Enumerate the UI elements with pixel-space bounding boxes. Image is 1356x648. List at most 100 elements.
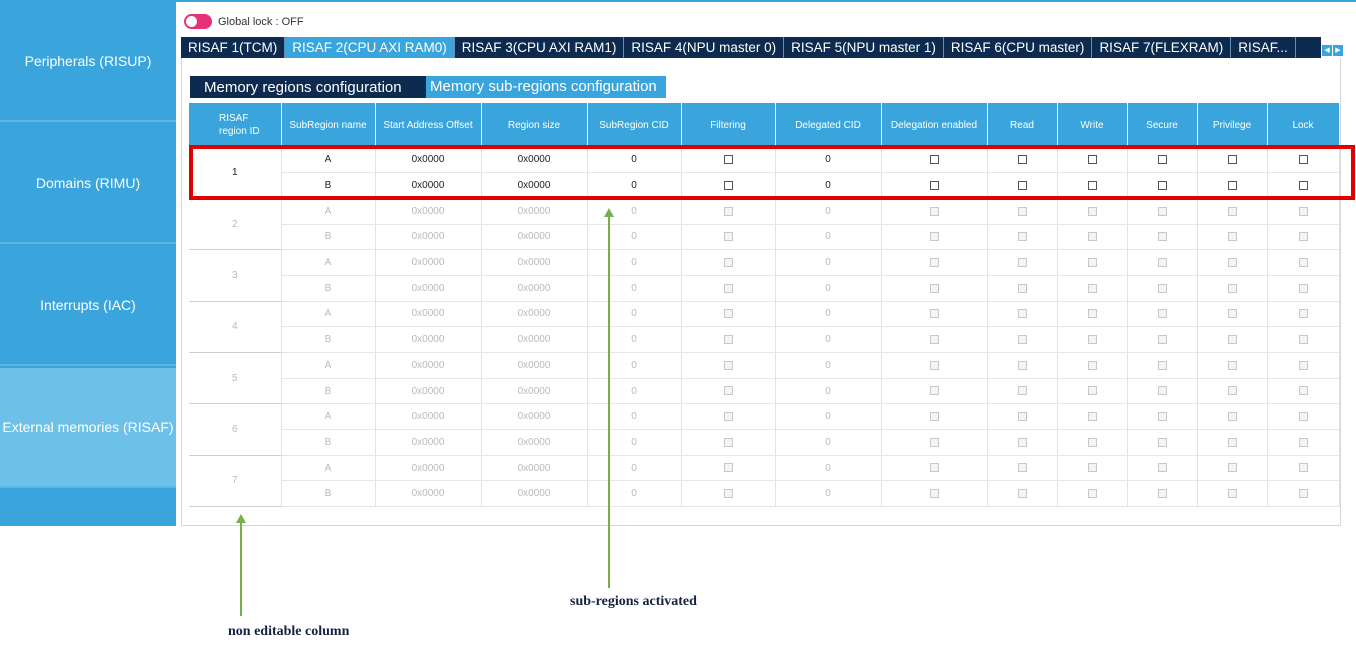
secure-checkbox[interactable] bbox=[1157, 463, 1167, 473]
write-checkbox[interactable] bbox=[1087, 489, 1097, 499]
write-checkbox[interactable] bbox=[1087, 283, 1097, 293]
sidebar-item-interrupts[interactable]: Interrupts (IAC) bbox=[0, 246, 176, 366]
secure-checkbox[interactable] bbox=[1157, 257, 1167, 267]
secure-checkbox[interactable] bbox=[1157, 386, 1167, 396]
filtering-checkbox[interactable] bbox=[723, 463, 733, 473]
filtering-checkbox[interactable] bbox=[723, 335, 733, 345]
subregion-cid-cell[interactable]: 0 bbox=[587, 172, 682, 199]
privilege-checkbox[interactable] bbox=[1227, 360, 1237, 370]
read-checkbox[interactable] bbox=[1017, 154, 1027, 164]
delegation-enabled-checkbox[interactable] bbox=[929, 257, 939, 267]
tab-risaf-7[interactable]: RISAF 7(FLEXRAM) bbox=[1092, 37, 1232, 58]
lock-checkbox[interactable] bbox=[1298, 232, 1308, 242]
region-size-cell[interactable]: 0x0000 bbox=[481, 147, 588, 174]
privilege-checkbox[interactable] bbox=[1227, 232, 1237, 242]
privilege-checkbox[interactable] bbox=[1227, 257, 1237, 267]
start-address-cell[interactable]: 0x0000 bbox=[375, 147, 482, 174]
region-size-cell[interactable]: 0x0000 bbox=[481, 172, 588, 199]
privilege-checkbox[interactable] bbox=[1227, 309, 1237, 319]
privilege-checkbox[interactable] bbox=[1227, 489, 1237, 499]
delegation-enabled-checkbox[interactable] bbox=[929, 360, 939, 370]
delegation-enabled-checkbox[interactable] bbox=[929, 412, 939, 422]
write-checkbox[interactable] bbox=[1087, 309, 1097, 319]
privilege-checkbox[interactable] bbox=[1227, 180, 1237, 190]
read-checkbox[interactable] bbox=[1017, 257, 1027, 267]
read-checkbox[interactable] bbox=[1017, 386, 1027, 396]
delegation-enabled-checkbox[interactable] bbox=[929, 463, 939, 473]
read-checkbox[interactable] bbox=[1017, 335, 1027, 345]
write-checkbox[interactable] bbox=[1087, 257, 1097, 267]
privilege-checkbox[interactable] bbox=[1227, 463, 1237, 473]
lock-checkbox[interactable] bbox=[1298, 386, 1308, 396]
read-checkbox[interactable] bbox=[1017, 232, 1027, 242]
privilege-checkbox[interactable] bbox=[1227, 154, 1237, 164]
filtering-checkbox[interactable] bbox=[723, 154, 733, 164]
delegation-enabled-checkbox[interactable] bbox=[929, 437, 939, 447]
read-checkbox[interactable] bbox=[1017, 309, 1027, 319]
tab-risaf-2[interactable]: RISAF 2(CPU AXI RAM0) bbox=[285, 37, 455, 58]
lock-checkbox[interactable] bbox=[1298, 309, 1308, 319]
filtering-checkbox[interactable] bbox=[723, 206, 733, 216]
delegation-enabled-checkbox[interactable] bbox=[929, 206, 939, 216]
lock-checkbox[interactable] bbox=[1298, 360, 1308, 370]
tab-risaf-6[interactable]: RISAF 6(CPU master) bbox=[943, 37, 1093, 58]
read-checkbox[interactable] bbox=[1017, 412, 1027, 422]
tab-memory-subregions[interactable]: Memory sub-regions configuration bbox=[426, 76, 666, 98]
secure-checkbox[interactable] bbox=[1157, 206, 1167, 216]
secure-checkbox[interactable] bbox=[1157, 412, 1167, 422]
lock-checkbox[interactable] bbox=[1298, 335, 1308, 345]
subregion-cid-cell[interactable]: 0 bbox=[587, 147, 682, 174]
write-checkbox[interactable] bbox=[1087, 412, 1097, 422]
delegation-enabled-checkbox[interactable] bbox=[929, 154, 939, 164]
read-checkbox[interactable] bbox=[1017, 463, 1027, 473]
privilege-checkbox[interactable] bbox=[1227, 283, 1237, 293]
start-address-cell[interactable]: 0x0000 bbox=[375, 172, 482, 199]
delegation-enabled-checkbox[interactable] bbox=[929, 335, 939, 345]
delegation-enabled-checkbox[interactable] bbox=[929, 489, 939, 499]
tab-risaf-5[interactable]: RISAF 5(NPU master 1) bbox=[784, 37, 944, 58]
write-checkbox[interactable] bbox=[1087, 437, 1097, 447]
read-checkbox[interactable] bbox=[1017, 489, 1027, 499]
write-checkbox[interactable] bbox=[1087, 386, 1097, 396]
lock-checkbox[interactable] bbox=[1298, 154, 1308, 164]
delegation-enabled-checkbox[interactable] bbox=[929, 283, 939, 293]
sidebar-item-external-memories[interactable]: External memories (RISAF) bbox=[0, 368, 176, 488]
lock-checkbox[interactable] bbox=[1298, 180, 1308, 190]
filtering-checkbox[interactable] bbox=[723, 412, 733, 422]
sidebar-item-domains[interactable]: Domains (RIMU) bbox=[0, 124, 176, 244]
write-checkbox[interactable] bbox=[1087, 360, 1097, 370]
privilege-checkbox[interactable] bbox=[1227, 412, 1237, 422]
filtering-checkbox[interactable] bbox=[723, 437, 733, 447]
write-checkbox[interactable] bbox=[1087, 154, 1097, 164]
read-checkbox[interactable] bbox=[1017, 437, 1027, 447]
filtering-checkbox[interactable] bbox=[723, 489, 733, 499]
filtering-checkbox[interactable] bbox=[723, 386, 733, 396]
write-checkbox[interactable] bbox=[1087, 206, 1097, 216]
global-lock-toggle[interactable] bbox=[184, 14, 212, 29]
secure-checkbox[interactable] bbox=[1157, 360, 1167, 370]
scroll-left-icon[interactable]: ◀ bbox=[1322, 45, 1332, 56]
secure-checkbox[interactable] bbox=[1157, 180, 1167, 190]
delegated-cid-cell[interactable]: 0 bbox=[775, 147, 882, 174]
sidebar-item-peripherals[interactable]: Peripherals (RISUP) bbox=[0, 2, 176, 122]
lock-checkbox[interactable] bbox=[1298, 412, 1308, 422]
privilege-checkbox[interactable] bbox=[1227, 386, 1237, 396]
privilege-checkbox[interactable] bbox=[1227, 335, 1237, 345]
lock-checkbox[interactable] bbox=[1298, 206, 1308, 216]
tab-memory-regions[interactable]: Memory regions configuration bbox=[190, 76, 426, 98]
read-checkbox[interactable] bbox=[1017, 283, 1027, 293]
lock-checkbox[interactable] bbox=[1298, 257, 1308, 267]
lock-checkbox[interactable] bbox=[1298, 463, 1308, 473]
write-checkbox[interactable] bbox=[1087, 463, 1097, 473]
secure-checkbox[interactable] bbox=[1157, 335, 1167, 345]
delegation-enabled-checkbox[interactable] bbox=[929, 386, 939, 396]
lock-checkbox[interactable] bbox=[1298, 489, 1308, 499]
privilege-checkbox[interactable] bbox=[1227, 437, 1237, 447]
write-checkbox[interactable] bbox=[1087, 335, 1097, 345]
secure-checkbox[interactable] bbox=[1157, 489, 1167, 499]
tab-risaf-3[interactable]: RISAF 3(CPU AXI RAM1) bbox=[454, 37, 625, 58]
delegation-enabled-checkbox[interactable] bbox=[929, 180, 939, 190]
tab-risaf-4[interactable]: RISAF 4(NPU master 0) bbox=[624, 37, 785, 58]
read-checkbox[interactable] bbox=[1017, 206, 1027, 216]
secure-checkbox[interactable] bbox=[1157, 154, 1167, 164]
